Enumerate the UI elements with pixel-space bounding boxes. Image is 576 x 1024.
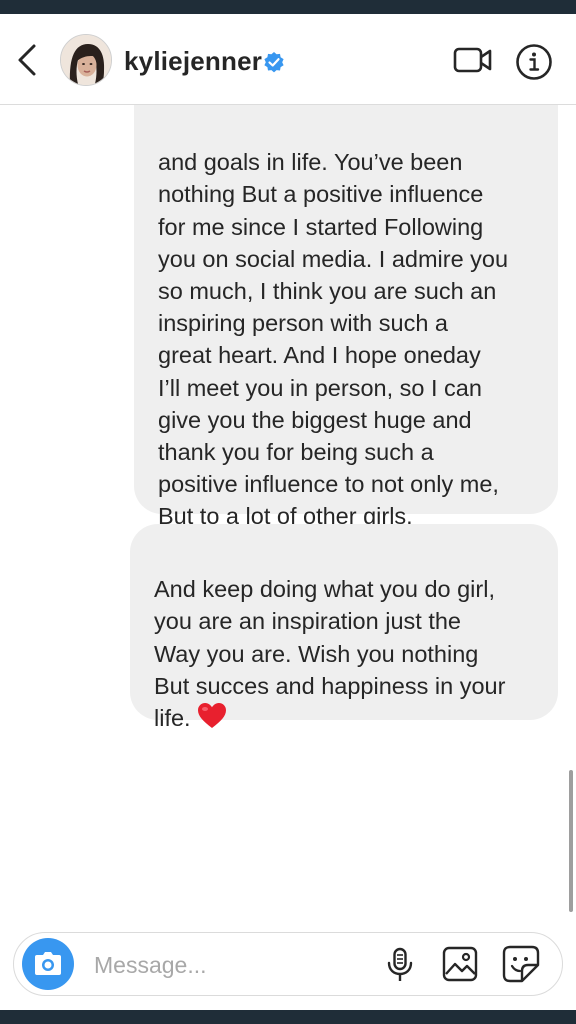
avatar-image <box>61 35 111 85</box>
chat-username[interactable]: kyliejenner <box>124 46 262 77</box>
microphone-button[interactable] <box>386 947 414 983</box>
camera-button[interactable] <box>22 938 74 990</box>
red-heart-icon <box>197 702 227 738</box>
message-bubble[interactable]: And keep doing what you do girl, you are… <box>130 524 558 731</box>
chevron-left-icon <box>18 44 36 76</box>
verified-badge-icon <box>262 50 286 74</box>
message-thread[interactable]: and goals in life. You’ve been nothing B… <box>0 104 576 924</box>
device-frame-bottom <box>0 1010 576 1024</box>
message-composer <box>13 932 563 996</box>
back-button[interactable] <box>12 42 44 78</box>
sticker-button[interactable] <box>502 945 540 983</box>
message-text: and goals in life. You’ve been nothing B… <box>158 149 509 530</box>
message-input[interactable] <box>92 945 376 985</box>
chat-header: kyliejenner <box>0 14 576 105</box>
microphone-icon <box>387 947 413 981</box>
sticker-icon <box>502 945 540 983</box>
video-camera-icon <box>453 47 492 73</box>
device-frame-top <box>0 0 576 14</box>
info-icon <box>516 44 552 80</box>
avatar[interactable] <box>60 34 112 86</box>
video-call-button[interactable] <box>452 42 494 78</box>
info-button[interactable] <box>514 42 554 82</box>
scrollbar[interactable] <box>569 770 573 912</box>
message-bubble[interactable]: and goals in life. You’ve been nothing B… <box>134 104 558 529</box>
camera-icon <box>35 952 61 975</box>
gallery-icon <box>442 946 478 982</box>
gallery-button[interactable] <box>442 946 478 982</box>
